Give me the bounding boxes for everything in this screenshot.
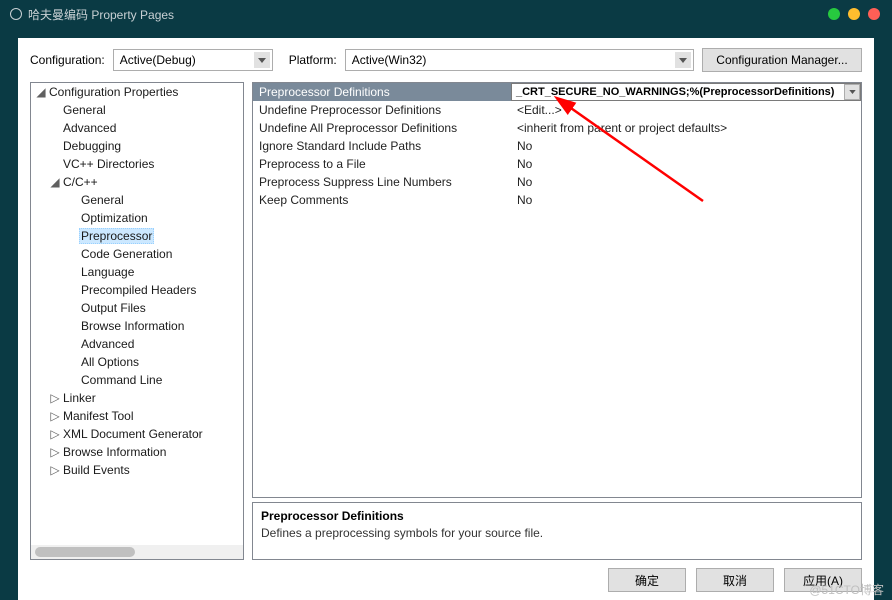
platform-combo[interactable]: Active(Win32) — [345, 49, 694, 71]
window-controls — [828, 8, 880, 20]
tree-item-buildevents[interactable]: ▷Build Events — [31, 461, 243, 479]
maximize-dot[interactable] — [848, 8, 860, 20]
property-row[interactable]: Preprocess to a FileNo — [253, 155, 861, 173]
expand-icon: ▷ — [49, 463, 61, 477]
tree-item-cpp[interactable]: ◢C/C++ — [31, 173, 243, 191]
property-row[interactable]: Undefine All Preprocessor Definitions<in… — [253, 119, 861, 137]
property-grid[interactable]: Preprocessor Definitions _CRT_SECURE_NO_… — [252, 82, 862, 498]
tree-item-cpp-preprocessor[interactable]: Preprocessor — [31, 227, 243, 245]
tree-item-vcdirs[interactable]: VC++ Directories — [31, 155, 243, 173]
expand-icon: ▷ — [49, 391, 61, 405]
expand-icon: ▷ — [49, 445, 61, 459]
description-panel: Preprocessor Definitions Defines a prepr… — [252, 502, 862, 560]
titlebar: 哈夫曼编码 Property Pages — [0, 0, 892, 28]
nav-tree[interactable]: ◢Configuration Properties General Advanc… — [30, 82, 244, 560]
tree-item-advanced[interactable]: Advanced — [31, 119, 243, 137]
property-row[interactable]: Ignore Standard Include PathsNo — [253, 137, 861, 155]
platform-label: Platform: — [289, 53, 337, 67]
watermark: @51CTO博客 — [809, 581, 884, 598]
property-pages-dialog: Configuration: Active(Debug) Platform: A… — [18, 38, 874, 600]
property-row[interactable]: Keep CommentsNo — [253, 191, 861, 209]
tree-item-browseinfo[interactable]: ▷Browse Information — [31, 443, 243, 461]
description-body: Defines a preprocessing symbols for your… — [261, 526, 853, 540]
description-title: Preprocessor Definitions — [261, 509, 853, 523]
tree-item-cpp-codegen[interactable]: Code Generation — [31, 245, 243, 263]
tree-item-cpp-pch[interactable]: Precompiled Headers — [31, 281, 243, 299]
dropdown-button[interactable] — [844, 84, 860, 100]
chevron-down-icon — [254, 52, 270, 68]
tree-item-cpp-advanced[interactable]: Advanced — [31, 335, 243, 353]
expand-icon: ▷ — [49, 409, 61, 423]
tree-item-xmldoc[interactable]: ▷XML Document Generator — [31, 425, 243, 443]
tree-item-general[interactable]: General — [31, 101, 243, 119]
tree-item-cpp-optimization[interactable]: Optimization — [31, 209, 243, 227]
tree-item-cpp-browse[interactable]: Browse Information — [31, 317, 243, 335]
tree-item-linker[interactable]: ▷Linker — [31, 389, 243, 407]
tree-item-cpp-cmdline[interactable]: Command Line — [31, 371, 243, 389]
configuration-value: Active(Debug) — [120, 53, 196, 67]
expand-icon: ▷ — [49, 427, 61, 441]
configuration-label: Configuration: — [30, 53, 105, 67]
minimize-dot[interactable] — [828, 8, 840, 20]
tree-horizontal-scrollbar[interactable] — [31, 545, 243, 559]
tree-item-cpp-language[interactable]: Language — [31, 263, 243, 281]
chevron-down-icon — [675, 52, 691, 68]
configuration-combo[interactable]: Active(Debug) — [113, 49, 273, 71]
tree-item-debugging[interactable]: Debugging — [31, 137, 243, 155]
platform-value: Active(Win32) — [352, 53, 427, 67]
configuration-manager-button[interactable]: Configuration Manager... — [702, 48, 862, 72]
tree-item-cpp-output[interactable]: Output Files — [31, 299, 243, 317]
collapse-icon: ◢ — [49, 175, 61, 189]
tree-item-manifest[interactable]: ▷Manifest Tool — [31, 407, 243, 425]
property-name: Preprocessor Definitions — [253, 85, 511, 99]
ok-button[interactable]: 确定 — [608, 568, 686, 592]
property-row-preprocessor-definitions[interactable]: Preprocessor Definitions _CRT_SECURE_NO_… — [253, 83, 861, 101]
property-value[interactable]: _CRT_SECURE_NO_WARNINGS;%(PreprocessorDe… — [512, 86, 844, 98]
tree-item-cpp-alloptions[interactable]: All Options — [31, 353, 243, 371]
property-row[interactable]: Undefine Preprocessor Definitions<Edit..… — [253, 101, 861, 119]
cancel-button[interactable]: 取消 — [696, 568, 774, 592]
window-title: 哈夫曼编码 Property Pages — [28, 6, 174, 23]
close-dot[interactable] — [868, 8, 880, 20]
scrollbar-thumb[interactable] — [35, 547, 135, 557]
tree-root[interactable]: ◢Configuration Properties — [31, 83, 243, 101]
tree-item-cpp-general[interactable]: General — [31, 191, 243, 209]
property-row[interactable]: Preprocess Suppress Line NumbersNo — [253, 173, 861, 191]
app-icon — [10, 8, 22, 20]
collapse-icon: ◢ — [35, 85, 47, 99]
